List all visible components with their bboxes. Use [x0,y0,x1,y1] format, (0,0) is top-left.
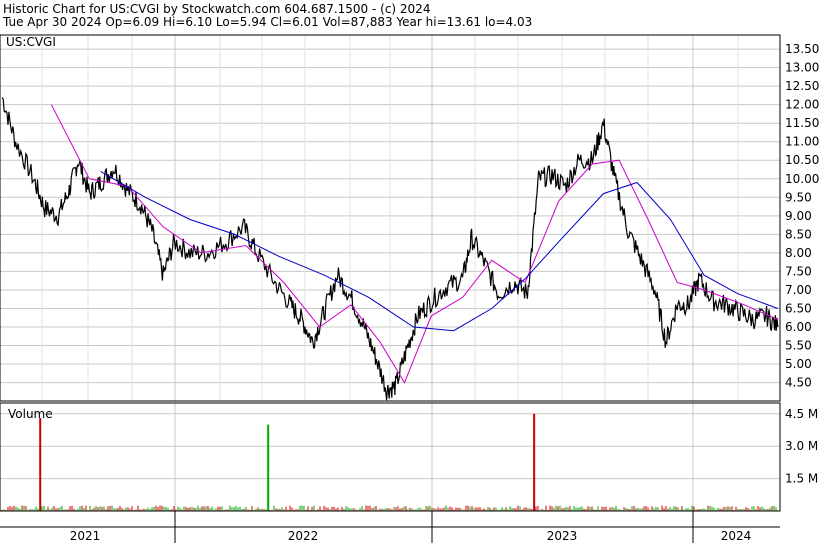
chart-header-quote: Tue Apr 30 2024 Op=6.09 Hi=6.10 Lo=5.94 … [2,15,532,29]
volume-grid [0,403,780,511]
price-tick-label: 9.00 [785,209,812,223]
x-tick-label: 2023 [547,529,578,543]
fast-moving-average-line [50,104,779,384]
price-tick-label: 10.00 [785,172,819,186]
volume-y-axis: 4.5 M 3.0 M 1.5 M [785,407,818,486]
volume-bars [1,413,777,511]
price-tick-label: 10.50 [785,153,819,167]
volume-tick-label: 1.5 M [785,472,818,486]
price-grid [0,35,780,401]
x-tick-label: 2022 [288,529,319,543]
price-tick-label: 8.00 [785,246,812,260]
stock-chart: Historic Chart for US:CVGI by Stockwatch… [0,2,819,543]
price-panel-label: US:CVGI [6,35,56,49]
x-tick-label: 2024 [721,529,752,543]
price-tick-label: 13.50 [785,42,819,56]
x-axis: 2021 2022 2023 2024 [0,511,780,543]
price-tick-label: 7.50 [785,264,812,278]
price-tick-label: 5.00 [785,357,812,371]
price-tick-label: 12.00 [785,98,819,112]
price-tick-label: 9.50 [785,190,812,204]
price-y-axis: 13.50 13.00 12.50 12.00 11.50 11.00 10.50 10.00… [785,42,819,390]
price-tick-label: 11.50 [785,116,819,130]
chart-header-title: Historic Chart for US:CVGI by Stockwatch… [3,2,430,16]
price-tick-label: 4.50 [785,376,812,390]
price-tick-label: 6.00 [785,320,812,334]
price-tick-label: 7.00 [785,283,812,297]
volume-panel-label: Volume [8,407,53,421]
volume-panel-frame [0,402,781,512]
price-tick-label: 12.50 [785,79,819,93]
price-tick-label: 5.50 [785,339,812,353]
price-tick-label: 6.50 [785,301,812,315]
x-tick-label: 2021 [70,529,101,543]
volume-tick-label: 4.5 M [785,407,818,421]
price-tick-label: 11.00 [785,135,819,149]
price-tick-label: 13.00 [785,61,819,75]
volume-tick-label: 3.0 M [785,439,818,453]
price-tick-label: 8.50 [785,227,812,241]
